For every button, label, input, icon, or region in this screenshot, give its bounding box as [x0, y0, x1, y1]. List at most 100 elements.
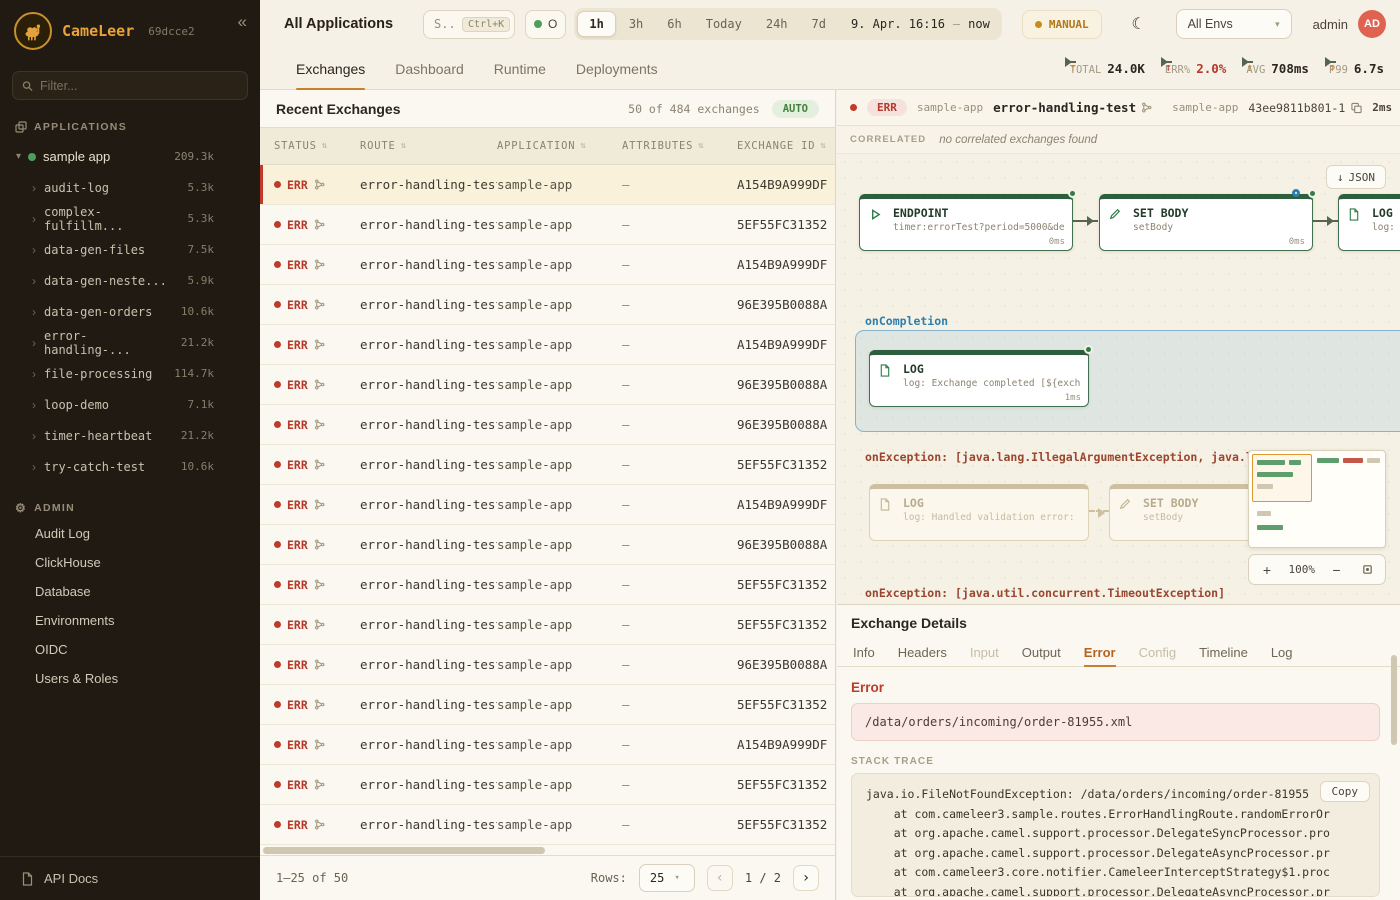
admin-item[interactable]: Audit Log: [10, 519, 250, 548]
next-page-button[interactable]: ›: [793, 865, 819, 891]
sidebar-route-item[interactable]: › data-gen-neste... 5.9k: [10, 265, 250, 296]
environment-select[interactable]: All Envs ▾: [1176, 9, 1292, 39]
time-range-button[interactable]: 7d: [801, 11, 837, 37]
tab-list: Exchanges Dashboard Runtime Deployments: [296, 48, 658, 89]
sidebar-route-item[interactable]: › data-gen-files 7.5k: [10, 234, 250, 265]
time-range-button[interactable]: 24h: [755, 11, 799, 37]
status-cell: ERR: [274, 298, 360, 312]
manual-refresh-button[interactable]: MANUAL: [1022, 10, 1102, 39]
avatar[interactable]: AD: [1358, 10, 1386, 38]
exchange-row[interactable]: ERR error-handling-test sample-app — 5EF…: [260, 205, 835, 245]
global-search[interactable]: Ctrl+K: [423, 10, 515, 39]
sidebar-filter-input[interactable]: [40, 79, 238, 93]
node-exception-log[interactable]: LOG log: Handled validation error: ${exc…: [869, 484, 1089, 541]
exchange-row[interactable]: ERR error-handling-test sample-app — 96E…: [260, 365, 835, 405]
search-shortcut: Ctrl+K: [462, 17, 510, 32]
column-status[interactable]: STATUS⇅: [274, 140, 360, 152]
exchange-row[interactable]: ERR error-handling-test sample-app — A15…: [260, 245, 835, 285]
details-tab[interactable]: Timeline: [1199, 638, 1248, 666]
node-set-body[interactable]: SET BODY setBody 0ms: [1099, 194, 1313, 251]
column-exchange-id[interactable]: EXCHANGE ID⇅: [737, 140, 835, 152]
sidebar-route-item[interactable]: › audit-log 5.3k: [10, 172, 250, 203]
details-tab[interactable]: Error: [1084, 638, 1116, 666]
exchange-row[interactable]: ERR error-handling-test sample-app — A15…: [260, 165, 835, 205]
main-tab[interactable]: Deployments: [576, 48, 658, 89]
live-toggle[interactable]: O: [525, 10, 566, 39]
exchange-row[interactable]: ERR error-handling-test sample-app — 96E…: [260, 525, 835, 565]
main-tab[interactable]: Runtime: [494, 48, 546, 89]
status-cell: ERR: [274, 538, 360, 552]
column-attributes[interactable]: ATTRIBUTES⇅: [622, 140, 737, 152]
sidebar-route-item[interactable]: › loop-demo 7.1k: [10, 389, 250, 420]
column-route[interactable]: ROUTE⇅: [360, 140, 497, 152]
exchange-row[interactable]: ERR error-handling-test sample-app — 5EF…: [260, 765, 835, 805]
chevron-down-icon: ▾: [674, 873, 679, 883]
sidebar-route-item[interactable]: › error-handling-... 21.2k: [10, 327, 250, 358]
admin-item[interactable]: OIDC: [10, 635, 250, 664]
date-range[interactable]: 9. Apr. 16:16 — now: [851, 17, 990, 31]
admin-item[interactable]: Database: [10, 577, 250, 606]
collapse-sidebar-icon[interactable]: «: [238, 12, 247, 32]
diagram-minimap[interactable]: [1248, 450, 1386, 548]
time-range-button[interactable]: 3h: [618, 11, 654, 37]
exchange-row[interactable]: ERR error-handling-test sample-app — A15…: [260, 325, 835, 365]
route-diagram[interactable]: ↓ JSON ENDPOINT timer:errorTest?period=5…: [837, 154, 1400, 604]
vertical-scrollbar[interactable]: [1391, 655, 1397, 745]
fit-view-button[interactable]: [1358, 561, 1376, 579]
sidebar-route-item[interactable]: › complex-fulfillm... 5.3k: [10, 203, 250, 234]
exchange-row[interactable]: ERR error-handling-test sample-app — A15…: [260, 725, 835, 765]
horizontal-scrollbar[interactable]: [263, 847, 545, 854]
admin-item[interactable]: Users & Roles: [10, 664, 250, 693]
sort-icon: ⇅: [580, 141, 586, 151]
zoom-in-button[interactable]: +: [1258, 561, 1276, 579]
node-completion-log[interactable]: LOG log: Exchange completed [${exchan 1m…: [869, 350, 1089, 407]
auto-refresh-badge[interactable]: AUTO: [772, 100, 819, 118]
search-input[interactable]: [434, 17, 458, 31]
exchange-row[interactable]: ERR error-handling-test sample-app — 96E…: [260, 645, 835, 685]
user-menu[interactable]: admin AD: [1313, 10, 1386, 38]
exchange-row[interactable]: ERR error-handling-test sample-app — 96E…: [260, 405, 835, 445]
exchange-row[interactable]: ERR error-handling-test sample-app — 5EF…: [260, 605, 835, 645]
copy-button[interactable]: Copy: [1320, 781, 1371, 802]
exchange-id-cell: A154B9A999DF: [737, 257, 835, 272]
rows-per-page-select[interactable]: 25 ▾: [639, 864, 695, 892]
download-json-button[interactable]: ↓ JSON: [1326, 165, 1386, 189]
time-range-button[interactable]: 6h: [656, 11, 692, 37]
document-icon: [879, 498, 891, 511]
sidebar-route-item[interactable]: › data-gen-orders 10.6k: [10, 296, 250, 327]
api-docs-link[interactable]: API Docs: [0, 856, 260, 900]
exchange-row[interactable]: ERR error-handling-test sample-app — 5EF…: [260, 805, 835, 845]
node-endpoint[interactable]: ENDPOINT timer:errorTest?period=5000&del…: [859, 194, 1073, 251]
exchange-row[interactable]: ERR error-handling-test sample-app — 96E…: [260, 285, 835, 325]
exchange-row[interactable]: ERR error-handling-test sample-app — A15…: [260, 485, 835, 525]
details-tab[interactable]: Config: [1139, 638, 1177, 666]
sidebar-app-sample-app[interactable]: ▾ sample app 209.3k: [10, 143, 250, 170]
exchange-row[interactable]: ERR error-handling-test sample-app — 5EF…: [260, 445, 835, 485]
status-cell: ERR: [274, 458, 360, 472]
main-tab[interactable]: Exchanges: [296, 48, 365, 89]
details-tab[interactable]: Input: [970, 638, 999, 666]
main-tab[interactable]: Dashboard: [395, 48, 464, 89]
play-icon: [869, 208, 882, 221]
zoom-out-button[interactable]: −: [1328, 561, 1346, 579]
exchange-id[interactable]: 43ee9811b801-1: [1248, 101, 1362, 115]
details-tab[interactable]: Output: [1022, 638, 1061, 666]
status-cell: ERR: [274, 578, 360, 592]
admin-item[interactable]: Environments: [10, 606, 250, 635]
sidebar-route-item[interactable]: › file-processing 114.7k: [10, 358, 250, 389]
dark-mode-toggle[interactable]: ☾: [1124, 9, 1154, 39]
exchange-row[interactable]: ERR error-handling-test sample-app — 5EF…: [260, 685, 835, 725]
sidebar-route-item[interactable]: › try-catch-test 10.6k: [10, 451, 250, 482]
details-tab[interactable]: Info: [853, 638, 875, 666]
sidebar-route-item[interactable]: › timer-heartbeat 21.2k: [10, 420, 250, 451]
column-application[interactable]: APPLICATION⇅: [497, 140, 622, 152]
copy-icon[interactable]: [1351, 102, 1362, 114]
time-range-button[interactable]: 1h: [577, 11, 615, 37]
node-log[interactable]: LOG log: Sta: [1338, 194, 1400, 251]
time-range-button[interactable]: Today: [695, 11, 753, 37]
details-tab[interactable]: Log: [1271, 638, 1293, 666]
prev-page-button[interactable]: ‹: [707, 865, 733, 891]
admin-item[interactable]: ClickHouse: [10, 548, 250, 577]
exchange-row[interactable]: ERR error-handling-test sample-app — 5EF…: [260, 565, 835, 605]
details-tab[interactable]: Headers: [898, 638, 947, 666]
